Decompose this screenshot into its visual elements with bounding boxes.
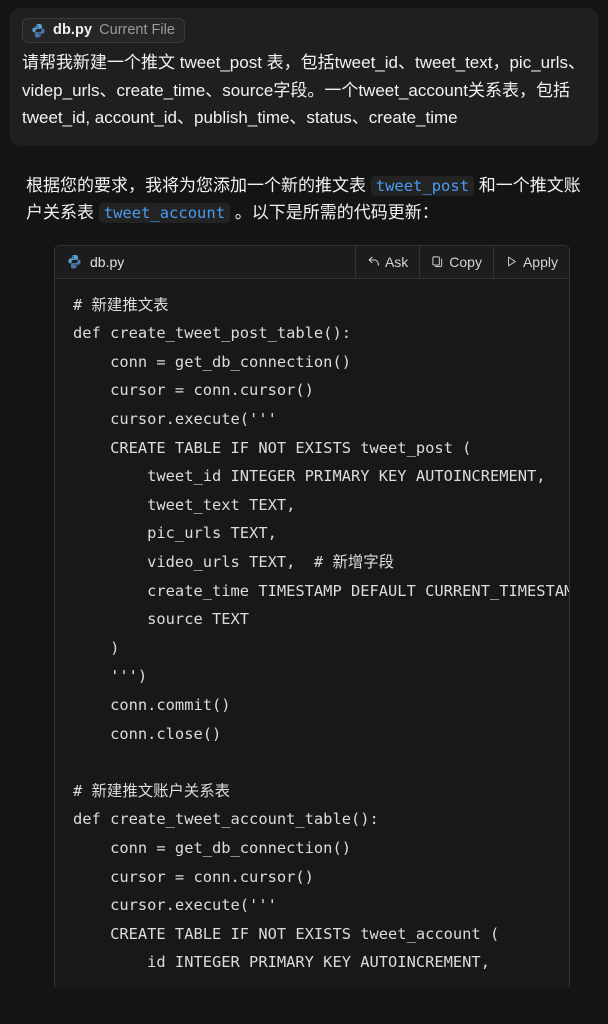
file-context-chip[interactable]: db.py Current File (22, 18, 185, 43)
code-line: def create_tweet_post_table(): (73, 324, 351, 343)
assistant-intro-part3: 。以下是所需的代码更新： (234, 203, 439, 223)
code-line: cursor = conn.cursor() (73, 867, 314, 886)
inline-code-tweet-post: tweet_post (370, 175, 475, 196)
assistant-message: 根据您的要求，我将为您添加一个新的推文表 tweet_post 和一个推文账户关… (0, 172, 608, 987)
user-message-bubble: db.py Current File 请帮我新建一个推文 tweet_post … (10, 8, 598, 146)
copy-clipboard-icon (431, 255, 444, 268)
code-line: # 新建推文账户关系表 (73, 781, 231, 800)
code-line: cursor.execute(''' (73, 410, 277, 429)
code-block-actions: Ask Copy Apply (354, 245, 569, 278)
code-line: CREATE TABLE IF NOT EXISTS tweet_account… (73, 924, 500, 943)
code-block-body[interactable]: # 新建推文表 def create_tweet_post_table(): co… (55, 278, 569, 987)
code-block-filename: db.py (90, 253, 125, 270)
apply-play-icon (505, 255, 518, 268)
code-line: tweet_text TEXT, (73, 495, 296, 514)
code-line: id INTEGER PRIMARY KEY AUTOINCREMENT, (73, 953, 490, 972)
code-line: conn = get_db_connection() (73, 838, 351, 857)
code-line: tweet_id INTEGER PRIMARY KEY AUTOINCREME… (73, 467, 546, 486)
inline-code-tweet-account: tweet_account (98, 203, 231, 224)
code-line: conn.commit() (73, 695, 231, 714)
code-line: ) (73, 638, 120, 657)
code-line: def create_tweet_account_table(): (73, 810, 379, 829)
code-line: create_time TIMESTAMP DEFAULT CURRENT_TI… (73, 581, 569, 600)
assistant-intro-text: 根据您的要求，我将为您添加一个新的推文表 tweet_post 和一个推文账户关… (26, 172, 594, 227)
code-block-file-label: db.py (55, 246, 355, 278)
copy-button-label: Copy (449, 253, 482, 270)
code-line: # 新建推文表 (73, 295, 169, 314)
code-line: conn.close() (73, 724, 222, 743)
ask-button[interactable]: Ask (354, 245, 419, 278)
code-line: conn = get_db_connection() (73, 352, 351, 371)
chat-conversation-panel: db.py Current File 请帮我新建一个推文 tweet_post … (0, 0, 608, 1024)
file-chip-filename: db.py (53, 22, 93, 38)
python-file-icon (67, 254, 82, 269)
code-line: video_urls TEXT, # 新增字段 (73, 553, 395, 571)
code-line: ''') (73, 667, 148, 686)
code-block: db.py Ask Copy Apply # 新建推文表 def create_… (54, 244, 570, 987)
apply-button[interactable]: Apply (492, 245, 569, 278)
ask-arrow-icon (367, 255, 380, 268)
code-line: source TEXT (73, 610, 250, 629)
code-line: cursor.execute(''' (73, 896, 277, 915)
copy-button[interactable]: Copy (419, 245, 493, 278)
code-line: pic_urls TEXT, (73, 524, 277, 543)
assistant-intro-part1: 根据您的要求，我将为您添加一个新的推文表 (26, 175, 366, 195)
apply-button-label: Apply (522, 253, 558, 270)
code-block-header: db.py Ask Copy Apply (55, 245, 569, 279)
code-line: CREATE TABLE IF NOT EXISTS tweet_post ( (73, 438, 472, 457)
file-chip-context-label: Current File (99, 22, 175, 38)
code-line: cursor = conn.cursor() (73, 381, 314, 400)
ask-button-label: Ask (384, 253, 409, 270)
attached-context-row: db.py Current File (22, 18, 586, 43)
user-message-text: 请帮我新建一个推文 tweet_post 表，包括tweet_id、tweet_… (22, 53, 586, 128)
python-file-icon (31, 23, 46, 38)
